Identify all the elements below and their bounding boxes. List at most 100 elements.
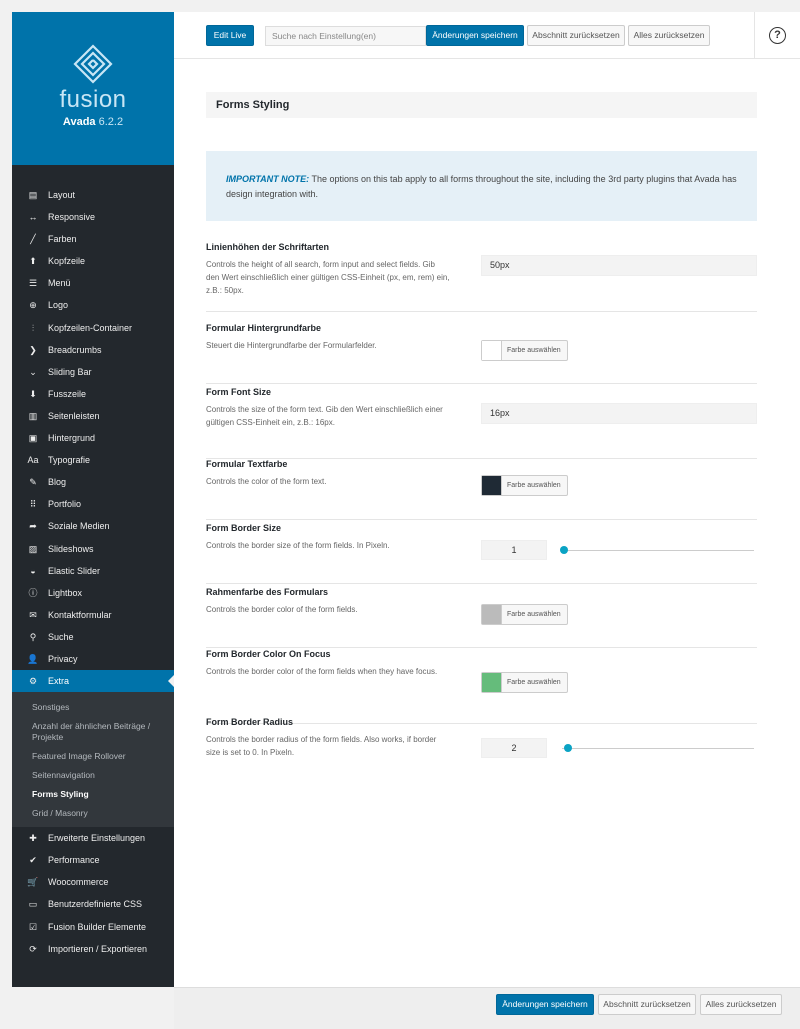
sidebar-item-benutzerdefinierte-css[interactable]: ▭ Benutzerdefinierte CSS xyxy=(12,893,174,915)
edit-live-button[interactable]: Edit Live xyxy=(206,25,254,46)
sidebar-item-label: Slideshows xyxy=(48,543,94,554)
sidebar-item-elastic-slider[interactable]: ◒ Elastic Slider xyxy=(12,560,174,582)
sliders-icon: ⫶ xyxy=(31,322,35,333)
sidebar-item-breadcrumbs[interactable]: ❯ Breadcrumbs xyxy=(12,339,174,361)
cart-icon: 🛒 xyxy=(27,877,39,888)
slider-value-input[interactable]: 2 xyxy=(481,738,547,758)
sidebar-item-fusszeile[interactable]: ⬇ Fusszeile xyxy=(12,383,174,405)
option-title: Linienhöhen der Schriftarten xyxy=(206,242,330,252)
option-title: Formular Hintergrundfarbe xyxy=(206,323,322,333)
option-description: Controls the border size of the form fie… xyxy=(206,541,390,550)
sidebar-item-woocommerce[interactable]: 🛒 Woocommerce xyxy=(12,871,174,893)
subnav-item[interactable]: Featured Image Rollover xyxy=(12,747,174,766)
sidebar-item-hintergrund[interactable]: ▣ Hintergrund xyxy=(12,427,174,449)
sidebar-item-blog[interactable]: ✎ Blog xyxy=(12,471,174,493)
sidebar-item-performance[interactable]: ✔ Performance xyxy=(12,849,174,871)
sidebar-item-kopfzeilen-container[interactable]: ⫶ Kopfzeilen-Container xyxy=(12,317,174,339)
sidebar-item-privacy[interactable]: 👤 Privacy xyxy=(12,648,174,670)
sidebar-item-lightbox[interactable]: ⓘ Lightbox xyxy=(12,582,174,604)
sidebar-item-logo[interactable]: ⊕ Logo xyxy=(12,294,174,316)
sidebar-item-suche[interactable]: ⚲ Suche xyxy=(12,626,174,648)
reset-all-button-top[interactable]: Alles zurücksetzen xyxy=(628,25,710,46)
sidebar-item-menü[interactable]: ☰ Menü xyxy=(12,272,174,294)
color-picker-button[interactable]: Farbe auswählen xyxy=(481,340,568,361)
option-description: Controls the size of the form text. Gib … xyxy=(206,405,443,427)
slider-track[interactable] xyxy=(562,550,754,551)
fusion-logo-icon xyxy=(73,44,113,84)
brand-panel: fusion Avada 6.2.2 xyxy=(12,12,174,165)
sidebar-item-label: Privacy xyxy=(48,653,78,664)
reset-all-button-bottom[interactable]: Alles zurücksetzen xyxy=(700,994,782,1015)
sidebar-item-layout[interactable]: ▤ Layout xyxy=(12,184,174,206)
app-window: fusion Avada 6.2.2 ▤ Layout ↔ Responsive ╱ Fa… xyxy=(12,12,800,1029)
info-icon: ⓘ xyxy=(28,587,38,598)
search-input[interactable] xyxy=(265,26,426,46)
color-picker-button[interactable]: Farbe auswählen xyxy=(481,475,568,496)
arrow-down-icon: ⬇ xyxy=(29,388,37,399)
reset-section-button-bottom[interactable]: Abschnitt zurücksetzen xyxy=(598,994,696,1015)
subnav-item[interactable]: Grid / Masonry xyxy=(12,804,174,823)
css-icon: ▭ xyxy=(28,899,38,910)
sidebar-item-label: Menü xyxy=(48,278,71,289)
slider-value-input[interactable]: 1 xyxy=(481,540,547,560)
sidebar-item-label: Elastic Slider xyxy=(48,565,101,576)
option-description: Steuert die Hintergrundfarbe der Formula… xyxy=(206,341,377,350)
option-description: Controls the color of the form text. xyxy=(206,477,327,486)
save-button-bottom[interactable]: Änderungen speichern xyxy=(496,994,594,1015)
option-row: Form Border Color On Focus Controls the b… xyxy=(206,649,757,724)
sidebar-item-label: Blog xyxy=(48,477,67,488)
reset-section-button-top[interactable]: Abschnitt zurücksetzen xyxy=(527,25,625,46)
sidebar-item-erweiterte-einstellungen[interactable]: ✚ Erweiterte Einstellungen xyxy=(12,827,174,849)
subnav-item[interactable]: Forms Styling xyxy=(12,785,174,804)
option-description: Controls the border radius of the form f… xyxy=(206,735,437,757)
subnav-item[interactable]: Anzahl der ähnlichen Beiträge / Projekte xyxy=(12,717,174,747)
color-swatch xyxy=(482,605,502,624)
color-picker-label: Farbe auswählen xyxy=(507,347,561,354)
sidebar-item-label: Importieren / Exportieren xyxy=(48,943,148,954)
color-picker-button[interactable]: Farbe auswählen xyxy=(481,672,568,693)
sidebar-icon: ▥ xyxy=(28,410,38,421)
sidebar-item-typografie[interactable]: Aa Typografie xyxy=(12,449,174,471)
option-title: Rahmenfarbe des Formulars xyxy=(206,587,329,597)
menu-icon: ☰ xyxy=(28,278,38,289)
color-swatch xyxy=(482,673,502,692)
help-button[interactable]: ? xyxy=(754,12,800,59)
sidebar-item-label: Layout xyxy=(48,190,76,200)
sidebar-item-extra[interactable]: ⚙ Extra xyxy=(12,670,174,693)
sidebar-item-importieren-exportieren[interactable]: ⟳ Importieren / Exportieren xyxy=(12,938,174,960)
sidebar-item-label: Logo xyxy=(48,300,69,311)
sidebar-item-sliding-bar[interactable]: ⌄ Sliding Bar xyxy=(12,361,174,383)
checkbox-icon: ☑ xyxy=(28,921,38,932)
sidebar-item-label: Sliding Bar xyxy=(48,366,92,377)
sidebar-item-responsive[interactable]: ↔ Responsive xyxy=(12,206,174,228)
slider-handle[interactable] xyxy=(563,744,572,752)
sidebar-item-kopfzeile[interactable]: ⬆ Kopfzeile xyxy=(12,250,174,272)
sidebar-item-label: Performance xyxy=(48,855,100,866)
search-icon: ⚲ xyxy=(29,631,37,642)
puzzle-icon: ✚ xyxy=(29,833,37,844)
slider-track[interactable] xyxy=(562,748,754,749)
text-value-input[interactable]: 16px xyxy=(481,403,757,424)
subnav-item[interactable]: Sonstiges xyxy=(12,698,174,717)
edit-icon: ✎ xyxy=(29,477,37,488)
sidebar-item-label: Fusion Builder Elemente xyxy=(48,921,147,932)
save-button-top[interactable]: Änderungen speichern xyxy=(426,25,524,46)
option-description: Controls the border color of the form fi… xyxy=(206,605,358,614)
subnav-item[interactable]: Seitennavigation xyxy=(12,766,174,785)
sidebar-item-seitenleisten[interactable]: ▥ Seitenleisten xyxy=(12,405,174,427)
arrow-up-icon: ⬆ xyxy=(29,256,37,267)
option-title: Form Border Radius xyxy=(206,717,294,727)
sidebar-item-label: Lightbox xyxy=(48,587,83,598)
text-value-input[interactable]: 50px xyxy=(481,255,757,276)
sidebar-item-soziale-medien[interactable]: ➦ Soziale Medien xyxy=(12,515,174,537)
color-picker-button[interactable]: Farbe auswählen xyxy=(481,604,568,625)
sidebar-item-portfolio[interactable]: ⠿ Portfolio xyxy=(12,493,174,515)
sidebar-item-farben[interactable]: ╱ Farben xyxy=(12,228,174,250)
sidebar-item-slideshows[interactable]: ▨ Slideshows xyxy=(12,538,174,560)
plus-circle-icon: ⊕ xyxy=(29,300,37,311)
sidebar-item-label: Typografie xyxy=(48,455,91,466)
sidebar-item-fusion-builder-elemente[interactable]: ☑ Fusion Builder Elemente xyxy=(12,916,174,938)
slider-handle[interactable] xyxy=(560,546,568,554)
sidebar-item-label: Seitenleisten xyxy=(48,410,100,421)
sidebar-item-kontaktformular[interactable]: ✉ Kontaktformular xyxy=(12,604,174,626)
